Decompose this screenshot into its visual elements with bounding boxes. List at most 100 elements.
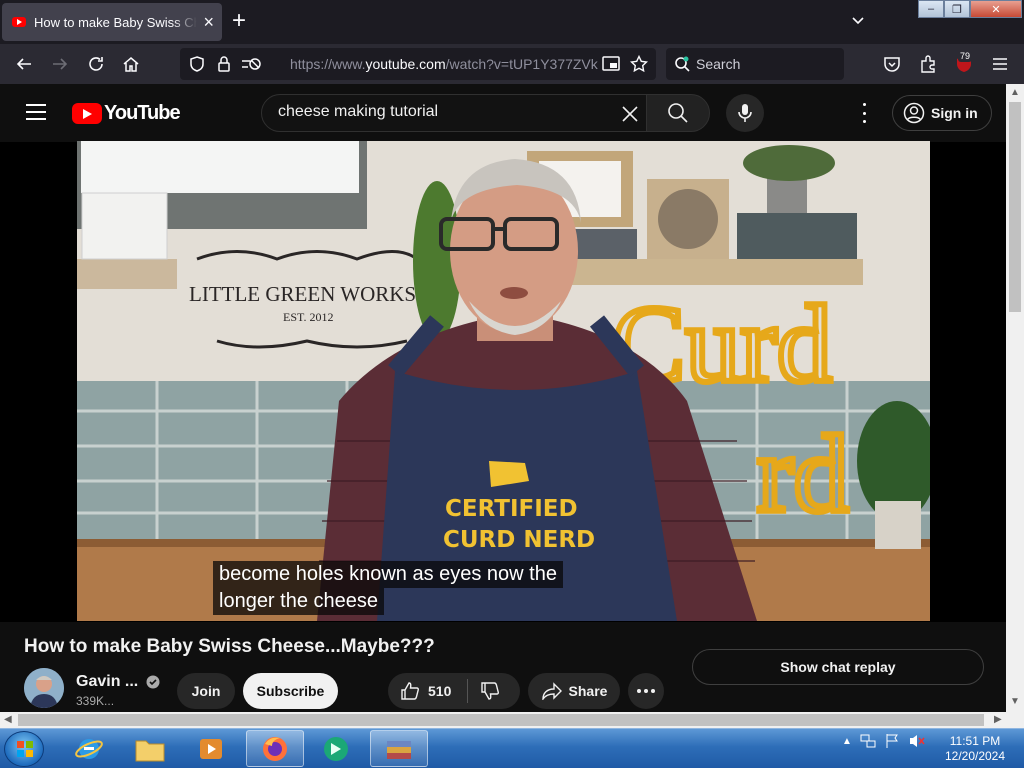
picture-in-picture-icon[interactable] (602, 56, 620, 72)
guide-menu-icon[interactable] (26, 104, 46, 120)
system-tray: ▲ (842, 733, 926, 749)
show-hidden-icons-chevron-icon[interactable]: ▲ (842, 736, 852, 747)
vertical-scroll-thumb[interactable] (1009, 102, 1021, 312)
thumbs-up-icon[interactable] (400, 681, 420, 701)
video-player[interactable]: LITTLE GREEN WORKSHOP EST. 2012 Curd rd … (77, 141, 930, 621)
network-icon[interactable] (860, 733, 876, 749)
more-actions-button[interactable] (628, 673, 664, 709)
video-captions: become holes known as eyes now the longe… (213, 561, 563, 615)
channel-name-text[interactable]: Gavin ... (76, 673, 138, 691)
start-button[interactable] (4, 731, 44, 767)
sign-in-label: Sign in (931, 105, 978, 121)
clear-search-icon[interactable] (620, 104, 640, 124)
home-icon (123, 57, 139, 72)
youtube-masthead: YouTube Sign in (0, 84, 1006, 142)
home-button[interactable] (119, 52, 143, 76)
magnifier-icon (668, 103, 688, 123)
channel-avatar[interactable] (24, 668, 64, 708)
channel-name[interactable]: Gavin ... (76, 673, 160, 691)
taskbar-internet-explorer[interactable] (60, 730, 118, 767)
like-count[interactable]: 510 (428, 683, 451, 699)
microphone-icon (738, 104, 752, 122)
vertical-scrollbar[interactable]: ▲ ▼ (1006, 84, 1024, 712)
restore-button[interactable]: ❐ (944, 0, 970, 18)
video-frame: LITTLE GREEN WORKSHOP EST. 2012 Curd rd … (77, 141, 930, 621)
scroll-left-arrow-icon[interactable]: ◀ (4, 714, 12, 725)
avatar-image (24, 668, 64, 708)
tab-close-icon[interactable]: × (203, 13, 214, 31)
like-divider (467, 679, 469, 703)
youtube-search-button[interactable] (646, 94, 710, 132)
browser-search-box[interactable]: Search (666, 48, 844, 80)
browser-tab-active[interactable]: How to make Baby Swiss Cheese...Maybe???… (2, 3, 222, 41)
clock-time: 11:51 PM (949, 734, 1001, 748)
url-text: https://www.youtube.com/watch?v=tUP1Y377… (290, 56, 598, 72)
scroll-up-arrow-icon[interactable]: ▲ (1010, 87, 1020, 98)
apron-text-line-1: CERTIFIED (445, 496, 578, 522)
extensions-button[interactable] (916, 52, 940, 76)
browser-navigation-bar: https://www.youtube.com/watch?v=tUP1Y377… (0, 44, 1024, 84)
reload-button[interactable] (84, 52, 108, 76)
taskbar-media-player[interactable] (182, 730, 240, 767)
youtube-logo[interactable]: YouTube (72, 102, 181, 125)
reload-icon (89, 57, 103, 71)
voice-search-button[interactable] (726, 94, 764, 132)
media-player-icon (200, 738, 222, 759)
pocket-button[interactable] (880, 52, 904, 76)
back-arrow-icon (16, 58, 31, 70)
green-app-icon (324, 736, 348, 761)
folder-icon (135, 740, 165, 761)
action-center-flag-icon[interactable] (884, 733, 900, 749)
taskbar-archive-app[interactable] (370, 730, 428, 767)
forward-button[interactable] (48, 52, 72, 76)
taskbar-firefox[interactable] (246, 730, 304, 767)
volume-muted-icon[interactable] (908, 733, 926, 749)
scroll-down-arrow-icon[interactable]: ▼ (1010, 696, 1020, 707)
taskbar-clock[interactable]: 11:51 PM 12/20/2024 (940, 734, 1010, 764)
caption-line-1: become holes known as eyes now the (213, 561, 563, 588)
search-placeholder: Search (696, 56, 741, 72)
permissions-icon[interactable] (240, 55, 262, 73)
search-engine-icon (675, 56, 690, 72)
horizontal-scrollbar[interactable]: ◀ ▶ (0, 712, 1024, 728)
horizontal-scroll-thumb[interactable] (18, 714, 984, 726)
internet-explorer-icon (75, 738, 103, 759)
youtube-search-box[interactable] (261, 94, 647, 132)
lock-icon[interactable] (216, 55, 232, 73)
video-title: How to make Baby Swiss Cheese...Maybe??? (24, 636, 435, 657)
youtube-wordmark: YouTube (104, 102, 181, 124)
like-dislike-group: 510 (388, 673, 520, 709)
firefox-icon (263, 736, 287, 761)
bookmark-star-icon[interactable] (630, 55, 648, 73)
show-chat-replay-button[interactable]: Show chat replay (692, 649, 984, 685)
browser-tab-strip: How to make Baby Swiss Cheese...Maybe???… (0, 0, 1024, 44)
shield-icon[interactable] (188, 55, 206, 73)
share-button[interactable]: Share (528, 673, 620, 709)
windows-logo-icon (17, 741, 33, 757)
youtube-search-input[interactable] (278, 103, 608, 121)
minimize-button[interactable]: – (918, 0, 944, 18)
taskbar-file-explorer[interactable] (121, 730, 179, 767)
apron-text-line-2: CURD NERD (443, 527, 595, 553)
youtube-favicon-icon (12, 17, 26, 27)
thumbs-down-icon[interactable] (480, 681, 500, 701)
tab-title: How to make Baby Swiss Cheese...Maybe??? (34, 14, 198, 30)
scroll-right-arrow-icon[interactable]: ▶ (994, 714, 1002, 725)
taskbar-app-green[interactable] (307, 730, 365, 767)
back-button[interactable] (12, 52, 36, 76)
join-button[interactable]: Join (177, 673, 235, 709)
close-window-button[interactable]: ✕ (970, 0, 1022, 18)
more-horizontal-icon (637, 689, 655, 693)
app-menu-button[interactable] (988, 52, 1012, 76)
address-bar[interactable]: https://www.youtube.com/watch?v=tUP1Y377… (180, 48, 656, 80)
clock-date: 12/20/2024 (944, 749, 1006, 763)
extension-badge-count: 79 (958, 51, 973, 62)
list-all-tabs-chevron-icon[interactable] (850, 12, 866, 28)
settings-more-icon[interactable] (856, 103, 872, 123)
window-controls: – ❐ ✕ (918, 0, 1022, 18)
subscribe-button[interactable]: Subscribe (243, 673, 338, 709)
workshop-sign-est: EST. 2012 (283, 310, 333, 324)
sign-in-button[interactable]: Sign in (892, 95, 992, 131)
hamburger-menu-icon (993, 58, 1007, 70)
new-tab-button[interactable]: + (232, 9, 246, 33)
